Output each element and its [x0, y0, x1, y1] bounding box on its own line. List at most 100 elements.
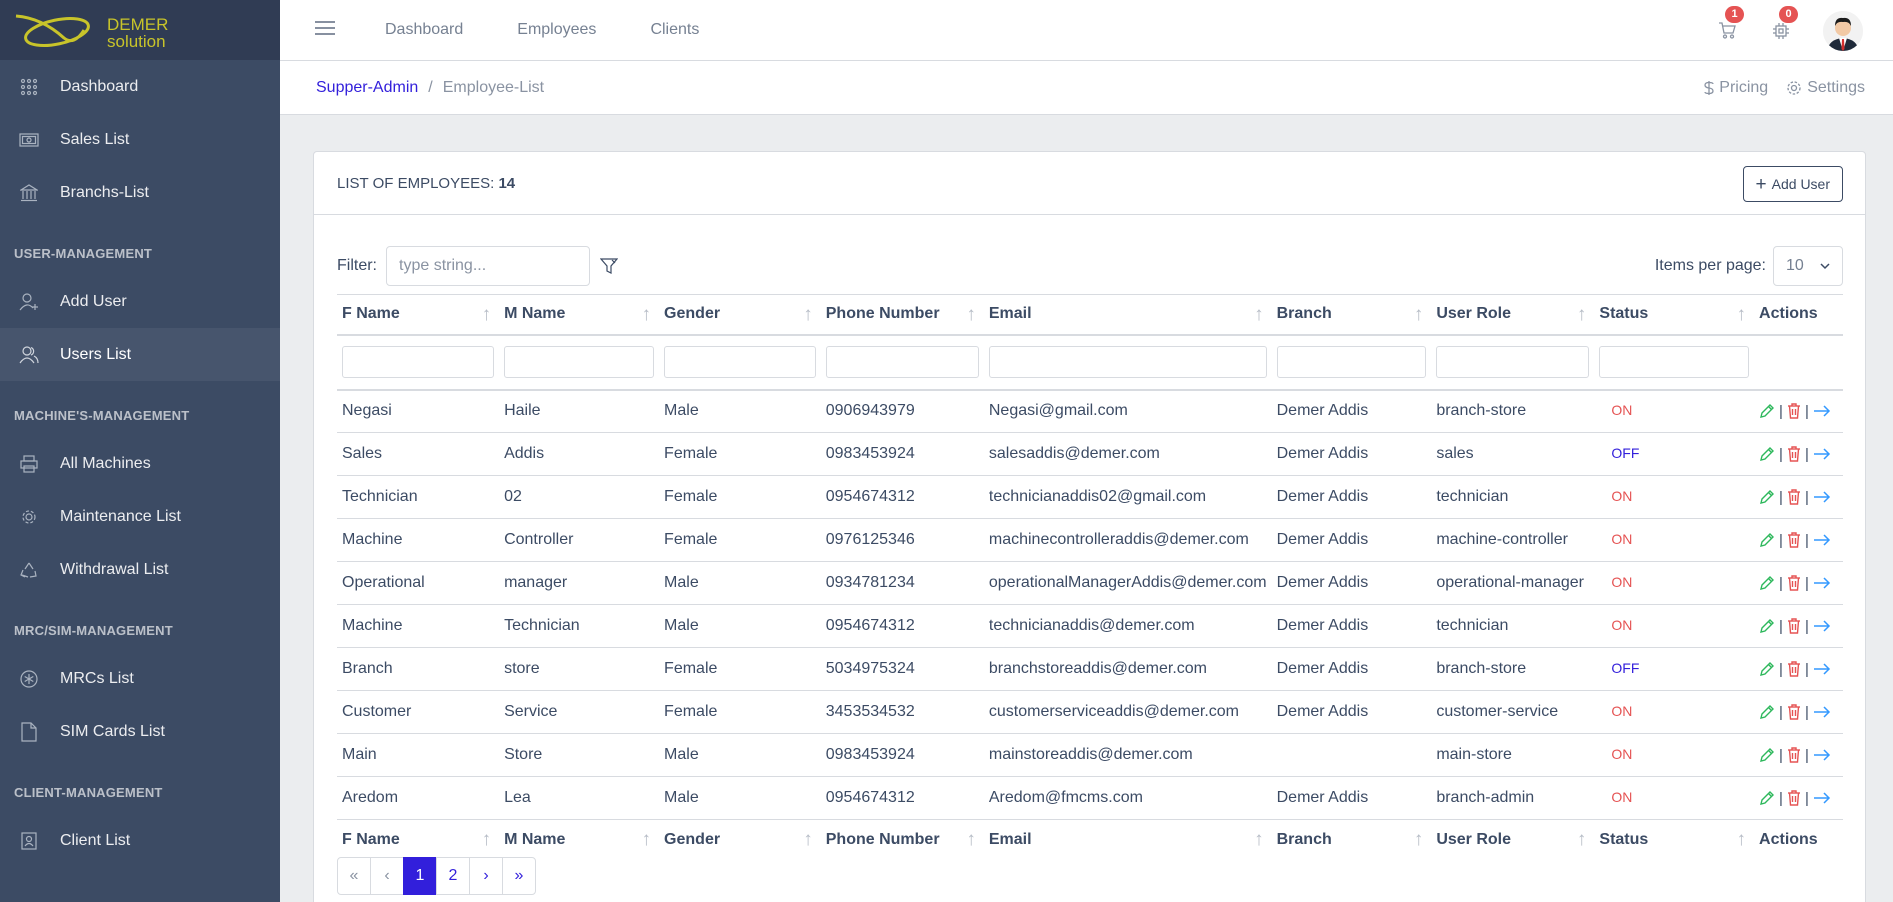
page-prev-button[interactable]: ‹	[370, 857, 404, 895]
sort-arrow-icon[interactable]: ↑	[1737, 829, 1747, 851]
edit-icon[interactable]	[1759, 618, 1775, 634]
page-first-button[interactable]: «	[337, 857, 371, 895]
page-2-button[interactable]: 2	[436, 857, 470, 895]
status-badge[interactable]: ON	[1611, 402, 1632, 418]
sort-arrow-icon[interactable]: ↑	[1577, 304, 1587, 326]
sidebar-item-sim-cards-list[interactable]: SIM Cards List	[0, 705, 280, 758]
arrow-right-icon[interactable]	[1813, 577, 1831, 589]
pricing-link[interactable]: Pricing	[1704, 79, 1768, 97]
edit-icon[interactable]	[1759, 446, 1775, 462]
column-filter-branch[interactable]	[1276, 346, 1427, 378]
arrow-right-icon[interactable]	[1813, 534, 1831, 546]
delete-icon[interactable]	[1787, 403, 1801, 419]
delete-icon[interactable]	[1787, 489, 1801, 505]
top-nav-employees[interactable]: Employees	[517, 21, 596, 39]
sort-arrow-icon[interactable]: ↑	[1577, 829, 1587, 851]
arrow-right-icon[interactable]	[1813, 491, 1831, 503]
col-header-branch[interactable]: Branch ↑	[1271, 294, 1432, 336]
sort-arrow-icon[interactable]: ↑	[642, 304, 652, 326]
sort-arrow-icon[interactable]: ↑	[966, 829, 976, 851]
sort-arrow-icon[interactable]: ↑	[1254, 829, 1264, 851]
status-badge[interactable]: OFF	[1611, 660, 1639, 676]
foot-header-phone-number[interactable]: Phone Number ↑	[820, 819, 984, 860]
sidebar-item-client-list[interactable]: Client List	[0, 814, 280, 867]
foot-header-email[interactable]: Email ↑	[983, 819, 1272, 860]
edit-icon[interactable]	[1759, 532, 1775, 548]
sort-arrow-icon[interactable]: ↑	[482, 829, 492, 851]
sidebar-item-sales-list[interactable]: Sales List	[0, 113, 280, 166]
col-header-status[interactable]: Status ↑	[1594, 294, 1755, 336]
sort-arrow-icon[interactable]: ↑	[482, 304, 492, 326]
status-badge[interactable]: ON	[1611, 531, 1632, 547]
arrow-right-icon[interactable]	[1813, 405, 1831, 417]
edit-icon[interactable]	[1759, 403, 1775, 419]
top-nav-clients[interactable]: Clients	[650, 21, 699, 39]
edit-icon[interactable]	[1759, 575, 1775, 591]
delete-icon[interactable]	[1787, 747, 1801, 763]
column-filter-user-role[interactable]	[1436, 346, 1590, 378]
sort-arrow-icon[interactable]: ↑	[966, 304, 976, 326]
status-badge[interactable]: ON	[1611, 703, 1632, 719]
edit-icon[interactable]	[1759, 790, 1775, 806]
foot-header-gender[interactable]: Gender ↑	[659, 819, 821, 860]
status-badge[interactable]: ON	[1611, 746, 1632, 762]
status-badge[interactable]: OFF	[1611, 445, 1639, 461]
add-user-button[interactable]: + Add User	[1742, 166, 1843, 202]
status-badge[interactable]: ON	[1611, 789, 1632, 805]
edit-icon[interactable]	[1759, 661, 1775, 677]
delete-icon[interactable]	[1787, 661, 1801, 677]
sidebar-item-users-list[interactable]: Users List	[0, 328, 280, 381]
col-header-phone-number[interactable]: Phone Number ↑	[820, 294, 984, 336]
items-per-page-select[interactable]: 10	[1773, 246, 1843, 286]
sidebar-item-maintenance-list[interactable]: Maintenance List	[0, 490, 280, 543]
foot-header-status[interactable]: Status ↑	[1594, 819, 1755, 860]
sort-arrow-icon[interactable]: ↑	[1414, 304, 1424, 326]
sidebar-item-dashboard[interactable]: Dashboard	[0, 60, 280, 113]
avatar[interactable]	[1823, 10, 1863, 51]
sidebar-item-withdrawal-list[interactable]: Withdrawal List	[0, 543, 280, 596]
brand-logo[interactable]: DEMER solution	[0, 0, 280, 60]
column-filter-m-name[interactable]	[504, 346, 655, 378]
delete-icon[interactable]	[1787, 790, 1801, 806]
column-filter-f-name[interactable]	[342, 346, 495, 378]
sort-arrow-icon[interactable]: ↑	[803, 829, 813, 851]
column-filter-status[interactable]	[1599, 346, 1750, 378]
delete-icon[interactable]	[1787, 618, 1801, 634]
col-header-email[interactable]: Email ↑	[983, 294, 1272, 336]
col-header-user-role[interactable]: User Role ↑	[1431, 294, 1595, 336]
sort-arrow-icon[interactable]: ↑	[1254, 304, 1264, 326]
sidebar-item-add-user[interactable]: Add User	[0, 275, 280, 328]
column-filter-phone-number[interactable]	[825, 346, 979, 378]
sort-arrow-icon[interactable]: ↑	[1414, 829, 1424, 851]
sort-arrow-icon[interactable]: ↑	[1737, 304, 1747, 326]
hamburger-menu-icon[interactable]	[314, 20, 338, 41]
edit-icon[interactable]	[1759, 747, 1775, 763]
sort-arrow-icon[interactable]: ↑	[642, 829, 652, 851]
col-header-gender[interactable]: Gender ↑	[659, 294, 821, 336]
page-last-button[interactable]: »	[502, 857, 536, 895]
arrow-right-icon[interactable]	[1813, 706, 1831, 718]
page-1-button[interactable]: 1	[403, 857, 437, 895]
breadcrumb-root-link[interactable]: Supper-Admin	[316, 79, 418, 97]
arrow-right-icon[interactable]	[1813, 448, 1831, 460]
foot-header-user-role[interactable]: User Role ↑	[1431, 819, 1595, 860]
foot-header-branch[interactable]: Branch ↑	[1271, 819, 1432, 860]
foot-header-f-name[interactable]: F Name ↑	[337, 819, 500, 860]
delete-icon[interactable]	[1787, 446, 1801, 462]
delete-icon[interactable]	[1787, 704, 1801, 720]
filter-icon[interactable]	[600, 257, 618, 275]
arrow-right-icon[interactable]	[1813, 663, 1831, 675]
col-header-f-name[interactable]: F Name ↑	[337, 294, 500, 336]
status-badge[interactable]: ON	[1611, 574, 1632, 590]
cart-button[interactable]: 1	[1715, 5, 1744, 43]
arrow-right-icon[interactable]	[1813, 749, 1831, 761]
settings-link[interactable]: Settings	[1786, 79, 1865, 97]
status-badge[interactable]: ON	[1611, 488, 1632, 504]
arrow-right-icon[interactable]	[1813, 620, 1831, 632]
delete-icon[interactable]	[1787, 575, 1801, 591]
edit-icon[interactable]	[1759, 489, 1775, 505]
arrow-right-icon[interactable]	[1813, 792, 1831, 804]
edit-icon[interactable]	[1759, 704, 1775, 720]
delete-icon[interactable]	[1787, 532, 1801, 548]
filter-input[interactable]	[386, 246, 590, 286]
